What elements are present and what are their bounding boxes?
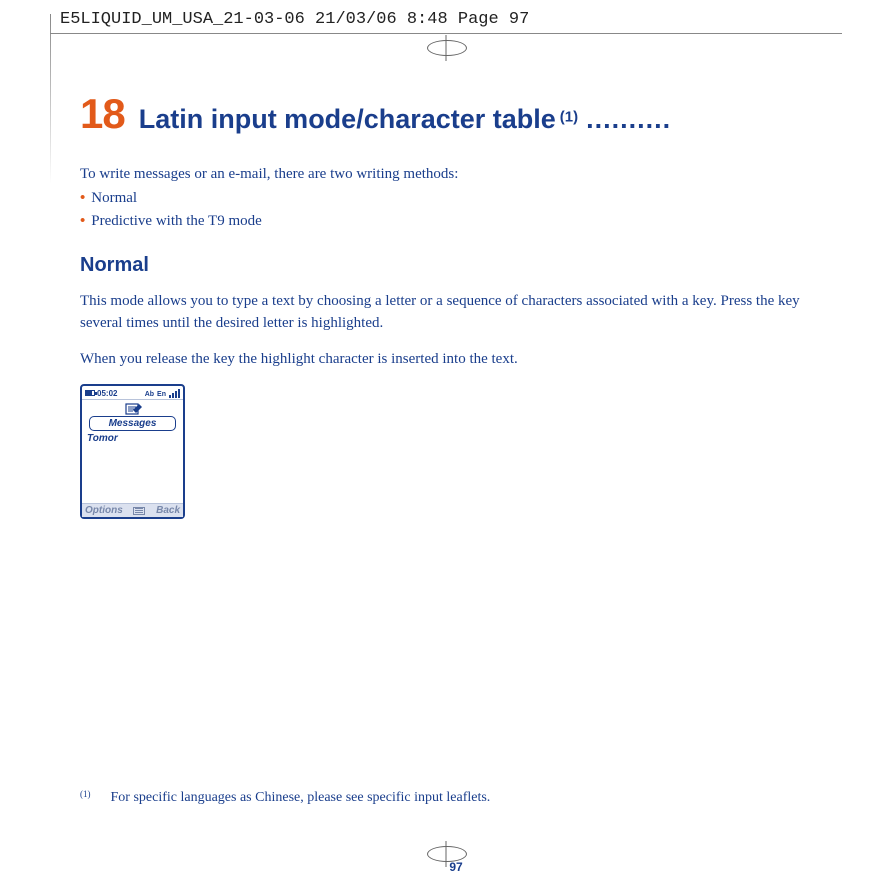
paragraph: This mode allows you to type a text by c…	[80, 291, 832, 335]
chapter-title-wrap: Latin input mode/character table (1) ...…	[139, 104, 671, 135]
bullet-text: Predictive with the T9 mode	[91, 210, 262, 233]
softkey-bar: Options Back	[82, 503, 183, 517]
typed-text: Tomor	[85, 433, 180, 444]
phone-tab-label: Messages	[89, 416, 176, 431]
chapter-title: Latin input mode/character table	[139, 104, 556, 134]
intro-text: To write messages or an e-mail, there ar…	[80, 164, 832, 185]
chapter-heading: 18 Latin input mode/character table (1) …	[80, 90, 832, 138]
t9-icon: En	[157, 391, 166, 398]
chapter-number: 18	[80, 90, 125, 138]
phone-status-bar: 05:02 Ab En	[82, 386, 183, 399]
page-content: 18 Latin input mode/character table (1) …	[80, 90, 832, 519]
page-number: 97	[80, 860, 832, 874]
bullet-text: Normal	[91, 187, 137, 210]
softkey-right: Back	[156, 505, 180, 516]
list-item: • Normal	[80, 187, 832, 210]
list-item: • Predictive with the T9 mode	[80, 210, 832, 233]
signal-icon	[169, 389, 180, 398]
print-header: E5LIQUID_UM_USA_21-03-06 21/03/06 8:48 P…	[60, 10, 529, 29]
bullet-dot-icon: •	[80, 210, 85, 233]
paragraph: When you release the key the highlight c…	[80, 349, 832, 371]
footnote-text: For specific languages as Chinese, pleas…	[111, 790, 491, 806]
compose-icon	[125, 402, 141, 414]
chapter-sup: (1)	[560, 109, 578, 126]
menu-icon	[133, 507, 145, 515]
crop-mark-top	[433, 35, 459, 61]
status-time: 05:02	[97, 389, 117, 398]
footnote: (1) For specific languages as Chinese, p…	[80, 790, 832, 806]
input-mode-icon: Ab	[145, 391, 154, 398]
frame-left-rule	[50, 14, 51, 184]
bullet-list: • Normal • Predictive with the T9 mode	[80, 187, 832, 232]
battery-icon	[85, 390, 95, 396]
footnote-mark: (1)	[80, 789, 91, 805]
section-heading: Normal	[80, 254, 832, 277]
phone-mockup: 05:02 Ab En Mes	[80, 384, 185, 519]
bullet-dot-icon: •	[80, 187, 85, 210]
chapter-dots: ..........	[586, 104, 671, 134]
softkey-left: Options	[85, 505, 123, 516]
